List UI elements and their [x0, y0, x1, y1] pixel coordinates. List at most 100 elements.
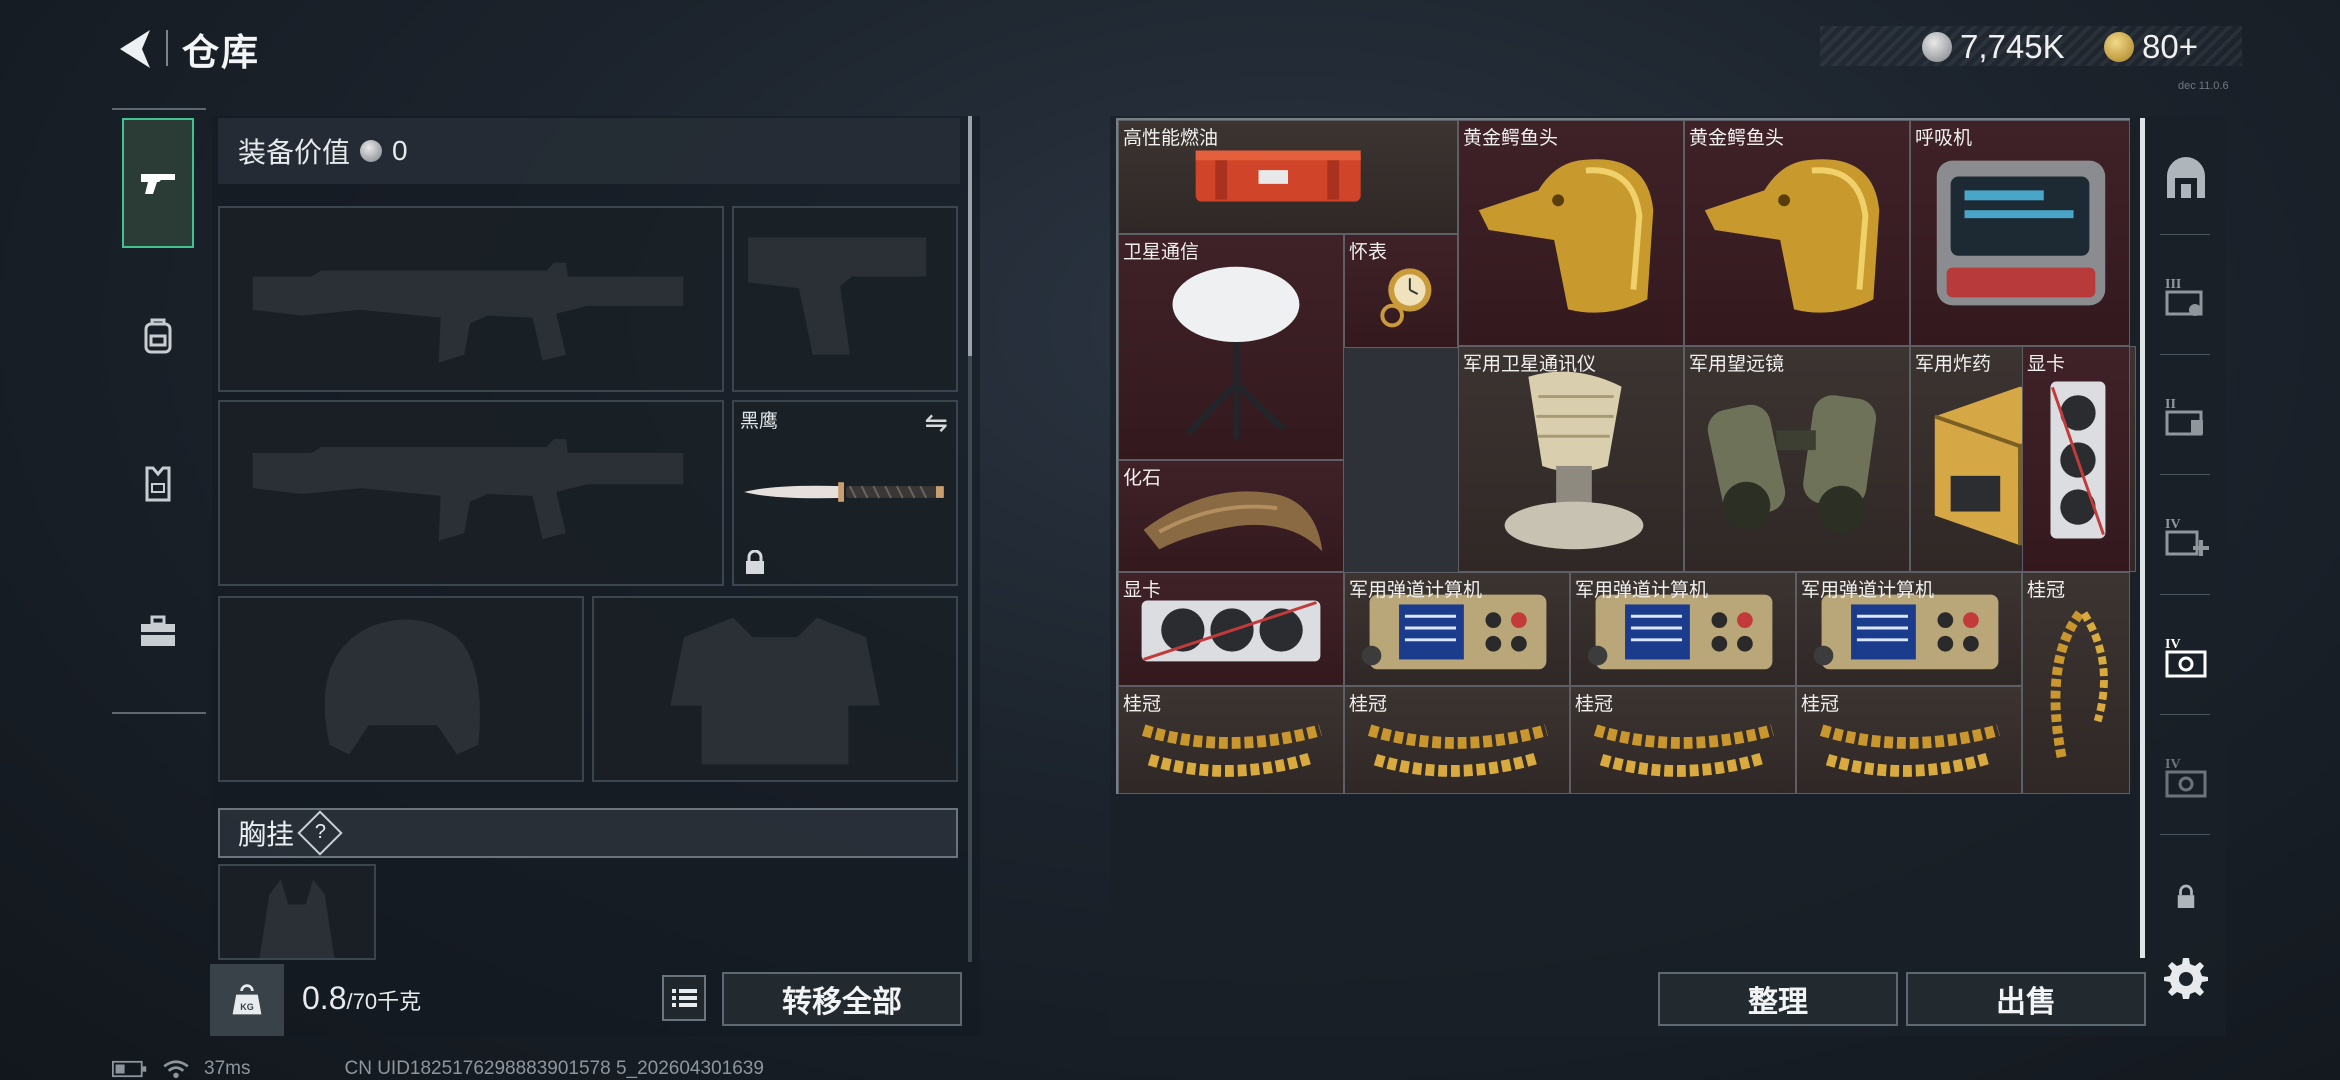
tab-container-iv-b[interactable]: IV — [2152, 742, 2220, 812]
gold-currency-value: 80+ — [2142, 28, 2198, 65]
tab-container-iv-a[interactable]: IV — [2152, 622, 2220, 692]
chest-rig-slot[interactable] — [218, 864, 376, 960]
item-label: 显卡 — [2027, 354, 2066, 375]
item-laurel3[interactable]: 桂冠 — [1570, 686, 1796, 794]
svg-text:IV: IV — [2165, 517, 2181, 532]
tab-container-ii[interactable]: II — [2152, 382, 2220, 452]
melee-slot[interactable]: 黑鹰 ⇋ — [732, 400, 958, 586]
item-label: 化石 — [1123, 468, 1162, 489]
item-label: 桂冠 — [1575, 694, 1614, 715]
item-label: 桂冠 — [2027, 580, 2066, 601]
item-laurel4[interactable]: 桂冠 — [1796, 686, 2022, 794]
secondary-weapon-slot[interactable] — [218, 400, 724, 586]
item-label: 黄金鳄鱼头 — [1689, 128, 1785, 149]
item-milsat[interactable]: 军用卫星通讯仪 — [1458, 346, 1684, 572]
uid-text: CN UID1825176298883901578 5_202604301639 — [344, 1058, 764, 1079]
item-croc2[interactable]: 黄金鳄鱼头 — [1684, 120, 1910, 346]
version-text: dec 11.0.6 — [2178, 80, 2229, 92]
rifle-silhouette-icon — [252, 262, 684, 363]
tab-toolbox[interactable] — [122, 566, 194, 696]
item-label: 桂冠 — [1801, 694, 1840, 715]
item-label: 黄金鳄鱼头 — [1463, 128, 1559, 149]
primary-weapon-slot[interactable] — [218, 206, 724, 392]
item-croc1[interactable]: 黄金鳄鱼头 — [1458, 120, 1684, 346]
tab-container-iv-add[interactable]: IV — [2152, 502, 2220, 572]
svg-text:II: II — [2165, 397, 2176, 412]
gold-currency[interactable]: 80+ — [2104, 28, 2198, 66]
item-ballistic3[interactable]: 军用弹道计算机 — [1796, 572, 2022, 686]
svg-text:KG: KG — [240, 1002, 254, 1012]
silver-coin-icon — [360, 140, 383, 162]
transfer-all-button[interactable]: 转移全部 — [722, 972, 962, 1026]
loadout-scroll-thumb[interactable] — [968, 116, 972, 356]
rifle-silhouette-icon — [252, 439, 684, 541]
tab-backpack[interactable] — [122, 272, 194, 402]
sell-button[interactable]: 出售 — [1906, 972, 2146, 1026]
item-ballistic1[interactable]: 军用弹道计算机 — [1344, 572, 1570, 686]
lock-icon — [746, 550, 764, 574]
backpack-icon — [144, 318, 172, 354]
svg-text:IV: IV — [2165, 637, 2181, 652]
header-divider — [166, 30, 168, 66]
tab-locked[interactable] — [2152, 862, 2220, 932]
weight-readout: 0.8/70千克 — [302, 980, 421, 1017]
weight-button[interactable]: KG — [210, 964, 284, 1036]
stash-scroll-indicator[interactable] — [2140, 118, 2145, 958]
item-binoculars[interactable]: 军用望远镜 — [1684, 346, 1910, 572]
item-laurel1[interactable]: 桂冠 — [1118, 686, 1344, 794]
item-fossil[interactable]: 化石 — [1118, 460, 1344, 572]
graphics-card-icon — [2050, 381, 2106, 539]
tab-weapons[interactable] — [122, 118, 194, 248]
toolbox-icon — [141, 615, 175, 646]
help-icon[interactable]: ? — [297, 810, 343, 856]
helmet-slot[interactable] — [218, 596, 584, 782]
list-view-button[interactable] — [662, 975, 706, 1021]
item-label: 呼吸机 — [1915, 128, 1973, 149]
golden-crocodile-head-icon — [1478, 159, 1654, 313]
chest-rig-header: 胸挂 ? — [218, 808, 958, 858]
silver-currency[interactable]: 7,745K — [1922, 28, 2065, 66]
tab-container-iii[interactable]: III — [2152, 262, 2220, 332]
knife-icon — [744, 482, 944, 502]
item-label: 军用炸药 — [1915, 354, 1992, 375]
lock-icon — [2177, 884, 2195, 908]
item-fuel[interactable]: 高性能燃油 — [1118, 120, 1458, 234]
item-watch[interactable]: 怀表 — [1344, 234, 1458, 348]
weight-max: /70千克 — [346, 989, 422, 1014]
pistol-silhouette-icon — [748, 237, 927, 355]
status-bar: 37ms CN UID1825176298883901578 5_2026043… — [112, 1058, 764, 1080]
svg-text:III: III — [2165, 277, 2181, 292]
item-gpu-h[interactable]: 显卡 — [1118, 572, 1344, 686]
item-gpu-v[interactable]: 显卡 — [2022, 346, 2130, 572]
container-iii-icon: III — [2165, 277, 2203, 316]
item-laurel2[interactable]: 桂冠 — [1344, 686, 1570, 794]
container-iv-icon: IV — [2165, 637, 2207, 678]
container-ii-icon: II — [2165, 397, 2203, 436]
golden-crocodile-head-icon — [1704, 159, 1880, 313]
item-laurel-v[interactable]: 桂冠 — [2022, 572, 2130, 794]
item-respirator[interactable]: 呼吸机 — [1910, 120, 2130, 346]
silver-coin-icon — [1922, 32, 1952, 62]
item-label: 军用弹道计算机 — [1349, 580, 1483, 601]
military-satellite-icon — [1504, 371, 1644, 550]
tab-vest[interactable] — [122, 418, 194, 548]
item-ballistic2[interactable]: 军用弹道计算机 — [1570, 572, 1796, 686]
silver-currency-value: 7,745K — [1960, 28, 2065, 65]
sort-button[interactable]: 整理 — [1658, 972, 1898, 1026]
laurel-crown-icon — [2050, 610, 2108, 762]
chest-rig-silhouette-icon — [259, 879, 335, 958]
item-label: 卫星通信 — [1123, 242, 1200, 263]
item-label: 桂冠 — [1123, 694, 1162, 715]
binoculars-icon — [1707, 395, 1877, 534]
item-label: 显卡 — [1123, 580, 1162, 601]
container-iv-icon: IV — [2165, 757, 2207, 798]
pistol-slot[interactable] — [732, 206, 958, 392]
armor-slot[interactable] — [592, 596, 958, 782]
tab-storage-home[interactable] — [2152, 144, 2220, 214]
settings-button[interactable] — [2152, 942, 2220, 1012]
back-button[interactable] — [112, 24, 162, 74]
ventilator-icon — [1936, 160, 2106, 306]
item-satcom[interactable]: 卫星通信 — [1118, 234, 1344, 460]
satellite-dish-icon — [1172, 266, 1300, 440]
ping-value: 37ms — [204, 1058, 251, 1079]
